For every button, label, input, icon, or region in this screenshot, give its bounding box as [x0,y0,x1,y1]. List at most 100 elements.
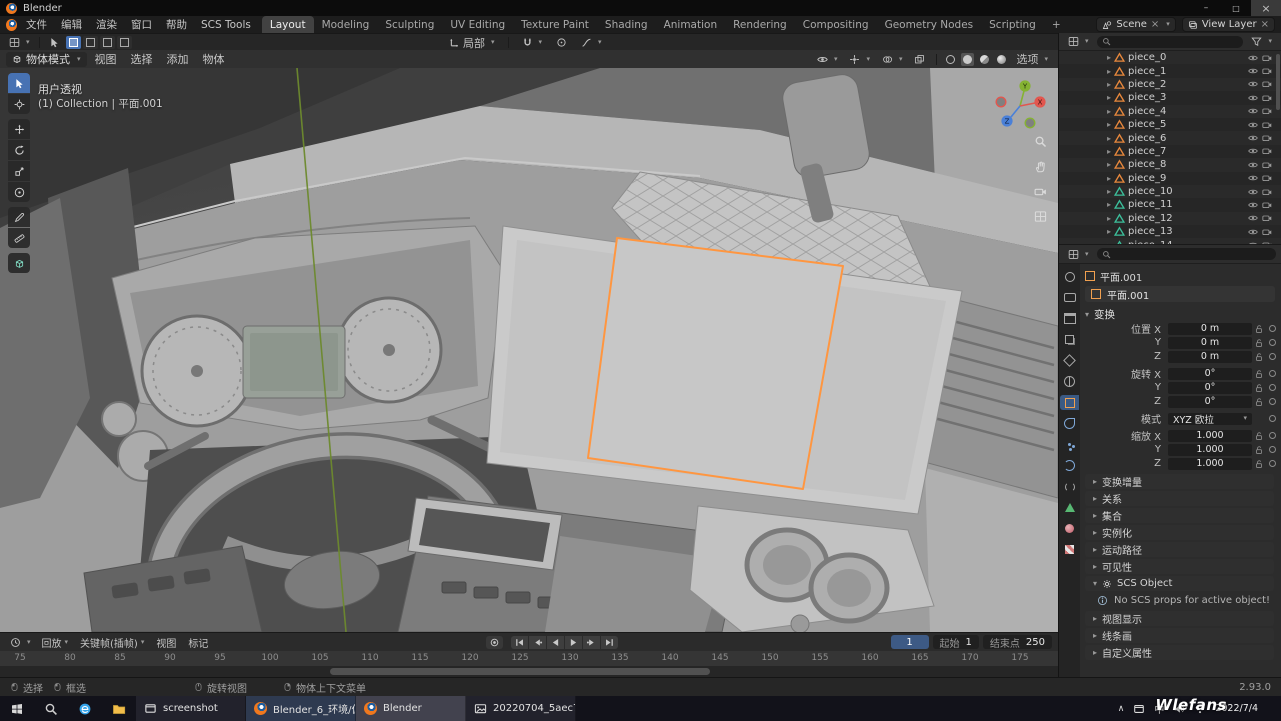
tab-object-data[interactable] [1060,500,1079,515]
taskbar-app-blender[interactable]: Blender [356,696,466,721]
lock-icon[interactable] [1252,338,1266,348]
location-y-field[interactable]: 0 m [1168,337,1252,349]
section-relations[interactable]: 关系 [1085,491,1274,506]
hide-in-viewport-icon[interactable] [1248,213,1258,223]
move-tool[interactable] [8,119,30,139]
jump-to-start-button[interactable] [511,636,528,649]
tray-app-icon[interactable] [1133,703,1145,715]
outliner-editor-type-button[interactable] [1064,35,1093,49]
tab-active-tool[interactable] [1060,269,1079,284]
camera-view-button[interactable] [1031,182,1049,200]
gizmos-dropdown[interactable] [845,52,874,66]
outliner-item[interactable]: piece_2 [1059,78,1281,91]
disable-in-renders-icon[interactable] [1262,79,1272,89]
animate-dot[interactable] [1266,432,1278,439]
cursor-tool[interactable] [8,94,30,114]
hide-in-viewport-icon[interactable] [1248,53,1258,63]
annotate-tool[interactable] [8,207,30,227]
volume-icon[interactable] [1173,703,1185,715]
close-button[interactable] [1251,0,1281,16]
hide-in-viewport-icon[interactable] [1248,227,1258,237]
shading-material-button[interactable] [978,53,991,66]
hide-in-viewport-icon[interactable] [1248,146,1258,156]
outliner-item[interactable]: piece_8 [1059,158,1281,171]
gizmo-y-negative[interactable] [1025,118,1035,128]
hide-in-viewport-icon[interactable] [1248,133,1258,143]
rotation-z-field[interactable]: 0° [1168,396,1252,408]
animate-dot[interactable] [1266,398,1278,405]
app-menu-icon[interactable] [6,19,17,31]
transform-orientation-dropdown[interactable]: 局部 [445,36,499,50]
section-custom-properties[interactable]: 自定义属性 [1085,645,1274,660]
workspace-tab-uv-editing[interactable]: UV Editing [442,16,513,33]
jump-to-end-button[interactable] [601,636,618,649]
unlink-scene-icon[interactable] [1151,19,1159,30]
viewport-canvas[interactable] [0,68,1058,632]
hide-in-viewport-icon[interactable] [1248,187,1258,197]
taskbar-app-blender-preferences[interactable]: Blender_6_环境/偏... [246,696,356,721]
perspective-toggle-button[interactable] [1031,207,1049,225]
workspace-tab-texture-paint[interactable]: Texture Paint [513,16,597,33]
disable-in-renders-icon[interactable] [1262,146,1272,156]
previous-keyframe-button[interactable] [529,636,546,649]
tab-constraints[interactable] [1060,479,1079,494]
expand-icon[interactable] [1107,119,1111,130]
tab-view-layer[interactable] [1060,332,1079,347]
selected-plane[interactable] [588,238,843,489]
mode-dropdown[interactable]: 物体模式 [6,52,87,67]
zoom-button[interactable] [1031,132,1049,150]
minimize-button[interactable] [1191,0,1221,16]
menu-render[interactable]: 渲染 [89,16,124,33]
menu-add[interactable]: 添加 [161,51,195,67]
tab-physics[interactable] [1060,458,1079,473]
snapping-dropdown[interactable] [518,36,547,50]
workspace-tab-layout[interactable]: Layout [262,16,314,33]
menu-file[interactable]: 文件 [19,16,54,33]
overlays-dropdown[interactable] [878,52,907,66]
section-viewport-display[interactable]: 视图显示 [1085,611,1274,626]
workspace-tab-geometry-nodes[interactable]: Geometry Nodes [877,16,982,33]
frame-end-field[interactable]: 结束点 250 [983,635,1052,649]
scene-selector[interactable]: Scene [1096,17,1175,32]
disable-in-renders-icon[interactable] [1262,53,1272,63]
expand-icon[interactable] [1107,199,1111,210]
outliner-item[interactable]: piece_12 [1059,212,1281,225]
tab-texture[interactable] [1060,542,1079,557]
hide-in-viewport-icon[interactable] [1248,160,1258,170]
location-z-field[interactable]: 0 m [1168,351,1252,363]
animate-dot[interactable] [1266,384,1278,391]
shading-solid-button[interactable] [961,53,974,66]
location-x-field[interactable]: 0 m [1168,323,1252,335]
view-menu[interactable]: 视图 [151,635,181,650]
tweak-mode-intersect-button[interactable] [117,36,132,49]
play-button[interactable] [565,636,582,649]
taskbar-search-button[interactable] [34,696,68,721]
outliner[interactable]: piece_0 piece_1 piece_2 piece_3 piece_4 … [1059,51,1281,244]
hide-in-viewport-icon[interactable] [1248,93,1258,103]
lock-icon[interactable] [1252,369,1266,379]
expand-icon[interactable] [1107,79,1111,90]
taskbar-app-photo[interactable]: 20220704_5aec70... [466,696,576,721]
outliner-item[interactable]: piece_1 [1059,64,1281,77]
disable-in-renders-icon[interactable] [1262,106,1272,116]
expand-icon[interactable] [1107,226,1111,237]
menu-help[interactable]: 帮助 [159,16,194,33]
hide-in-viewport-icon[interactable] [1248,173,1258,183]
tab-world[interactable] [1060,374,1079,389]
timeline-scrollbar[interactable] [0,666,1058,677]
section-motion-paths[interactable]: 运动路径 [1085,542,1274,557]
tab-output[interactable] [1060,311,1079,326]
disable-in-renders-icon[interactable] [1262,240,1272,244]
hide-in-viewport-icon[interactable] [1248,120,1258,130]
proportional-falloff-dropdown[interactable] [577,36,606,50]
add-workspace-button[interactable]: + [1044,16,1069,33]
outliner-item[interactable]: piece_3 [1059,91,1281,104]
hide-in-viewport-icon[interactable] [1248,79,1258,89]
timeline-scrollbar-thumb[interactable] [330,668,710,675]
lock-icon[interactable] [1252,445,1266,455]
hide-in-viewport-icon[interactable] [1248,106,1258,116]
outliner-item[interactable]: piece_9 [1059,172,1281,185]
workspace-tab-sculpting[interactable]: Sculpting [377,16,442,33]
xray-toggle[interactable] [910,52,929,66]
tab-particles[interactable] [1060,437,1079,452]
